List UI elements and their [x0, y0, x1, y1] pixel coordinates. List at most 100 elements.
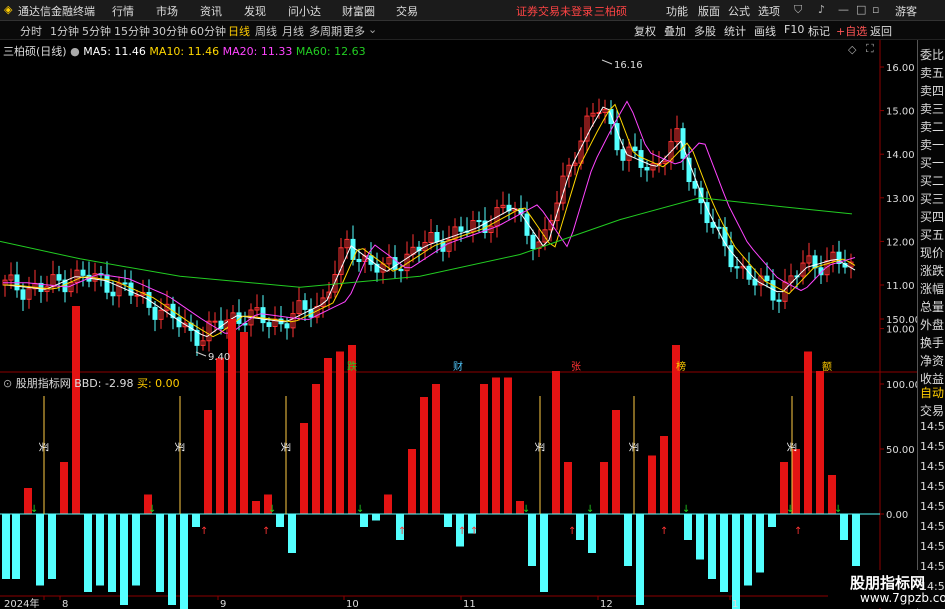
period-daily[interactable]: 日线 — [228, 23, 250, 39]
buy-signal-label: 买 — [533, 442, 545, 452]
shield-icon[interactable]: ⛉ — [794, 3, 802, 17]
kline-chart-area[interactable]: 买买买买买买↓ ↓ ↓ ↓ ↓ ↓ ↓ ↓ ↓↑ ↑ ↑ ↑ ↑ ↑ ↑ ↑ 16.0015.0014.001… — [0, 40, 917, 609]
event-marker-bang[interactable]: 榜 — [676, 360, 686, 373]
tool-overlay[interactable]: 叠加 — [664, 23, 686, 39]
candle-body — [734, 266, 740, 269]
period-more[interactable]: 更多 — [343, 23, 365, 39]
bbd-bar — [768, 514, 776, 527]
period-fenshi[interactable]: 分时 — [20, 23, 42, 39]
tool-f10[interactable]: F10 — [784, 23, 804, 36]
candle-body — [476, 220, 482, 223]
restore-icon[interactable]: ▫ — [872, 3, 879, 16]
bbd-bar — [36, 514, 44, 586]
guest-label[interactable]: 游客 — [895, 3, 917, 19]
event-marker-die[interactable]: 跌 — [347, 360, 357, 373]
quote-field-label: 买三 — [920, 192, 945, 206]
bbd-bar — [252, 501, 260, 514]
chevron-down-icon[interactable]: ⌄ — [368, 23, 377, 36]
bbd-bar — [840, 514, 848, 540]
period-5min[interactable]: 5分钟 — [82, 23, 111, 39]
menu-item-caifuquan[interactable]: 财富圈 — [342, 3, 375, 19]
period-15min[interactable]: 15分钟 — [114, 23, 150, 39]
bbd-bar — [300, 423, 308, 514]
watermark-url: www.7gpzb.com — [860, 591, 945, 605]
menu-item-trade[interactable]: 交易 — [396, 3, 418, 19]
bbd-bar — [744, 514, 752, 586]
bbd-bar — [108, 514, 116, 592]
tool-fuquan[interactable]: 复权 — [634, 23, 656, 39]
menu-item-options[interactable]: 选项 — [758, 3, 780, 19]
menu-item-news[interactable]: 资讯 — [200, 3, 222, 19]
chart-tools: 复权 叠加 多股 统计 画线 F10 标记 +自选 返回 — [630, 21, 917, 39]
event-marker-e[interactable]: 额 — [822, 360, 832, 373]
date-axis: 2024年 8 9 10 11 12 1 — [4, 596, 738, 609]
login-notice[interactable]: 证券交易未登录 — [516, 3, 593, 19]
tool-add-watchlist[interactable]: +自选 — [836, 23, 867, 39]
bbd-bar — [444, 514, 452, 527]
date-tick-label: 1 — [732, 599, 738, 609]
period-30min[interactable]: 30分钟 — [152, 23, 188, 39]
candle-body — [152, 306, 158, 320]
tab-auto[interactable]: 自动 — [920, 384, 944, 401]
quote-field-label: 买五 — [920, 228, 945, 242]
price-tick-label: 11.00 — [886, 281, 915, 292]
app-logo-icon: ◈ — [4, 3, 13, 16]
indicator-tick-label: 100.00 — [886, 380, 917, 391]
indicator-title: 股朋指标网 — [15, 377, 71, 390]
buy-value: 买: 0.00 — [136, 377, 180, 390]
candle-body — [434, 231, 440, 243]
period-60min[interactable]: 60分钟 — [190, 23, 226, 39]
settings-dot-icon[interactable]: ● — [70, 45, 80, 58]
trade-time: 14:56 — [920, 520, 945, 533]
indicator-settings-icon[interactable]: ⊙ — [3, 377, 12, 390]
date-tick-label: 8 — [62, 599, 68, 609]
tool-mark[interactable]: 标记 — [808, 23, 830, 39]
candle-body — [356, 258, 362, 263]
indicator-tick-label: 50.00 — [886, 445, 915, 456]
tool-multi-stock[interactable]: 多股 — [694, 23, 716, 39]
diamond-icon[interactable]: ◇ — [848, 43, 856, 56]
candle-body — [530, 234, 536, 249]
tool-stats[interactable]: 统计 — [724, 23, 746, 39]
date-tick-label: 12 — [600, 599, 613, 609]
quote-field-label: 现价 — [920, 246, 945, 260]
menu-item-formula[interactable]: 公式 — [728, 3, 750, 19]
menu-item-function[interactable]: 功能 — [666, 3, 688, 19]
period-weekly[interactable]: 周线 — [255, 23, 277, 39]
bbd-bar — [552, 371, 560, 514]
period-multi[interactable]: 多周期 — [309, 23, 342, 39]
bbd-bar — [732, 514, 740, 609]
quote-field-label: 卖五 — [920, 66, 945, 80]
quote-field-label: 买四 — [920, 210, 945, 224]
maximize-icon[interactable]: □ — [856, 3, 866, 16]
bbd-bar — [120, 514, 128, 605]
bbd-bar — [204, 410, 212, 514]
candle-body — [56, 274, 62, 281]
date-tick-label: 9 — [220, 599, 226, 609]
minimize-icon[interactable]: — — [838, 3, 849, 16]
chart-title: 三柏硕(日线) — [3, 45, 67, 58]
tool-back[interactable]: 返回 — [870, 23, 892, 39]
price-tick-label: 12.00 — [886, 237, 915, 248]
watermark-logo: 股朋指标网 www.7gpzb.com — [828, 570, 945, 608]
quote-field-label: 买二 — [920, 174, 945, 188]
tab-trade[interactable]: 交易 — [920, 402, 944, 419]
menu-item-discover[interactable]: 发现 — [244, 3, 266, 19]
period-1min[interactable]: 1分钟 — [50, 23, 79, 39]
bbd-bar — [240, 332, 248, 514]
bbd-bar — [696, 514, 704, 560]
menu-item-layout[interactable]: 版面 — [698, 3, 720, 19]
period-monthly[interactable]: 月线 — [282, 23, 304, 39]
quote-field-label: 换手 — [920, 336, 945, 350]
quote-field-label: 卖三 — [920, 102, 945, 116]
menu-item-wenxiaoda[interactable]: 问小达 — [288, 3, 321, 19]
buy-signal-label: 买 — [37, 442, 49, 452]
moving-average-lines — [0, 100, 856, 338]
expand-icon[interactable]: ⛶ — [866, 42, 874, 56]
event-marker-zhang[interactable]: 张 — [571, 361, 581, 373]
bell-icon[interactable]: ♪ — [818, 3, 825, 16]
event-marker-cai[interactable]: 财 — [453, 360, 463, 373]
menu-item-hq[interactable]: 行情 — [112, 3, 134, 19]
tool-draw[interactable]: 画线 — [754, 23, 776, 39]
menu-item-market[interactable]: 市场 — [156, 3, 178, 19]
